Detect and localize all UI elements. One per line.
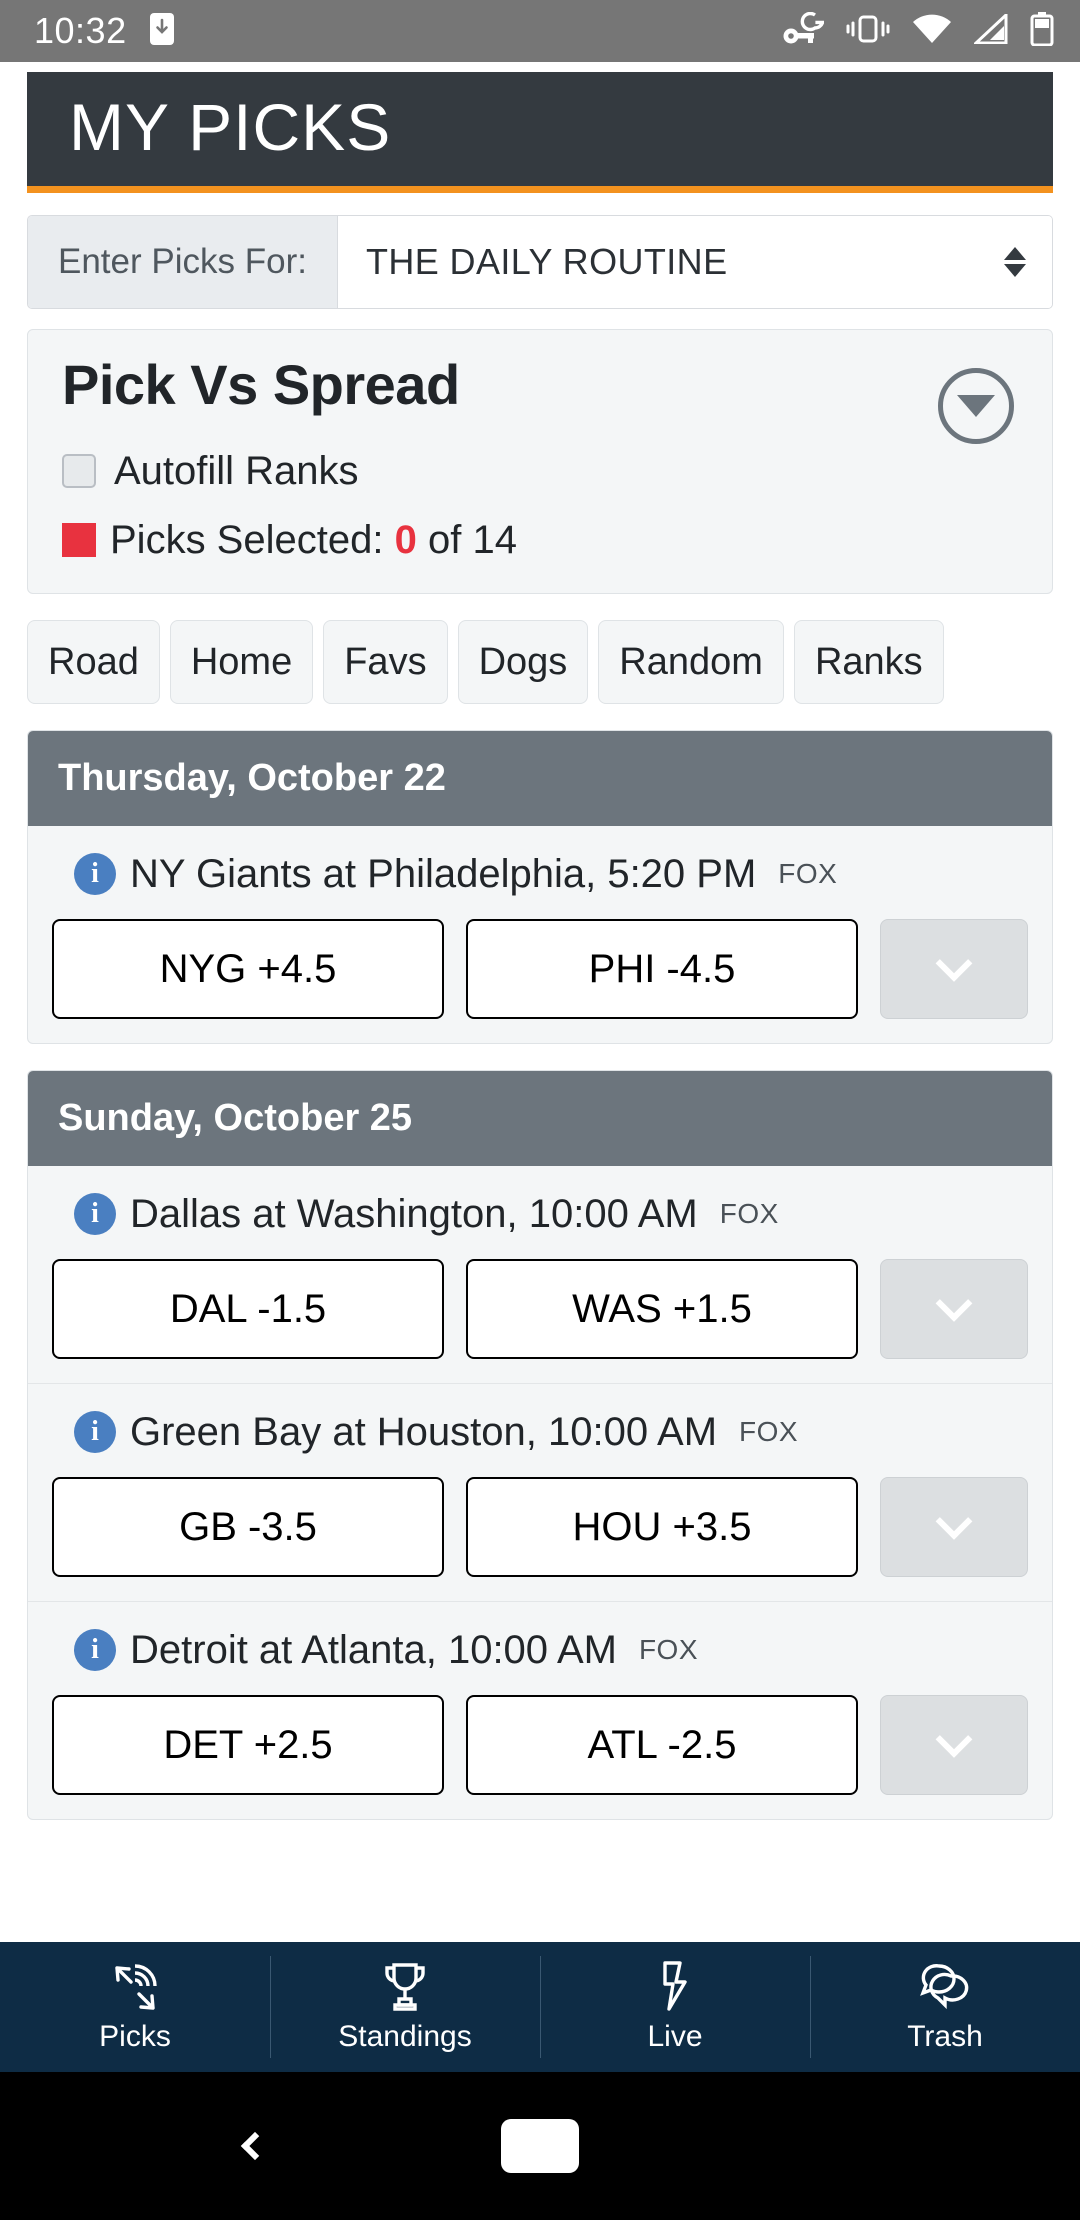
chevron-down-icon — [935, 1502, 973, 1540]
filter-ranks-button[interactable]: Ranks — [793, 619, 944, 704]
info-icon[interactable]: i — [74, 1411, 116, 1454]
filter-road-button[interactable]: Road — [27, 619, 160, 704]
info-icon[interactable]: i — [74, 853, 116, 896]
filter-random-button[interactable]: Random — [598, 619, 784, 704]
tab-trash[interactable]: Trash — [810, 1942, 1080, 2072]
download-to-device-icon — [149, 12, 175, 51]
status-bar-right — [782, 11, 1054, 51]
autofill-ranks-checkbox[interactable] — [62, 454, 96, 489]
bottom-tab-bar: Picks Standings Live Trash — [0, 1942, 1080, 2072]
android-nav-bar — [0, 2072, 1080, 2220]
game-row: i Green Bay at Houston, 10:00 AM FOX GB … — [28, 1382, 1052, 1601]
chevron-down-icon — [935, 1284, 973, 1322]
rank-select[interactable] — [880, 1476, 1028, 1577]
pick-vs-spread-panel: Pick Vs Spread Autofill Ranks Picks Sele… — [27, 329, 1053, 594]
rank-select[interactable] — [880, 1258, 1028, 1359]
game-row: i Dallas at Washington, 10:00 AM FOX DAL… — [28, 1166, 1052, 1383]
lightning-bolt-icon — [658, 1960, 692, 2012]
fingerprint-target-icon — [109, 1960, 161, 2012]
picks-selected-count: 0 — [394, 517, 417, 562]
cellular-signal-icon — [972, 11, 1008, 49]
autofill-ranks-row[interactable]: Autofill Ranks — [62, 449, 1022, 494]
picks-selected-row: Picks Selected: 0 of 14 — [62, 518, 1022, 563]
status-bar-left: 10:32 — [34, 10, 175, 52]
page-title: MY PICKS — [69, 90, 392, 164]
game-meta: i Detroit at Atlanta, 10:00 AM FOX — [52, 1628, 1028, 1673]
chevron-down-icon — [935, 944, 973, 982]
wifi-icon — [912, 14, 952, 49]
game-matchup: Dallas at Washington, 10:00 AM — [130, 1191, 698, 1236]
filter-dogs-button[interactable]: Dogs — [457, 619, 589, 704]
game-matchup: Green Bay at Houston, 10:00 AM — [130, 1409, 718, 1454]
tab-picks-label: Picks — [99, 2020, 171, 2053]
home-pick-button[interactable]: PHI -4.5 — [466, 918, 858, 1019]
status-bar-clock: 10:32 — [34, 10, 127, 51]
game-network: FOX — [778, 858, 838, 890]
trophy-icon — [381, 1960, 429, 2012]
pick-buttons-row: DET +2.5 ATL -2.5 — [52, 1694, 1028, 1795]
home-pick-button[interactable]: WAS +1.5 — [466, 1258, 858, 1359]
filter-button-row: Road Home Favs Dogs Random Ranks — [27, 619, 1053, 704]
pool-selector-label: Enter Picks For: — [28, 216, 338, 308]
pick-buttons-row: GB -3.5 HOU +3.5 — [52, 1476, 1028, 1577]
day-group-sunday: Sunday, October 25 i Dallas at Washingto… — [27, 1069, 1053, 1820]
day-header: Sunday, October 25 — [28, 1070, 1052, 1166]
tab-standings-label: Standings — [338, 2020, 472, 2053]
day-group-thursday: Thursday, October 22 i NY Giants at Phil… — [27, 729, 1053, 1044]
game-row: i NY Giants at Philadelphia, 5:20 PM FOX… — [28, 826, 1052, 1043]
home-pick-button[interactable]: HOU +3.5 — [466, 1476, 858, 1577]
app-header-container: MY PICKS — [0, 62, 1080, 193]
battery-icon — [1030, 11, 1054, 51]
home-pick-button[interactable]: ATL -2.5 — [466, 1694, 858, 1795]
info-icon[interactable]: i — [74, 1193, 116, 1236]
picks-selected-prefix: Picks Selected: — [110, 517, 384, 562]
rank-select[interactable] — [880, 918, 1028, 1019]
app-screen: 10:32 MY PICKS Enter Picks For: THE DAIL… — [0, 0, 1080, 2220]
vpn-key-g-icon — [782, 11, 825, 51]
game-network: FOX — [739, 1416, 799, 1448]
game-network: FOX — [638, 1634, 699, 1666]
game-meta: i Dallas at Washington, 10:00 AM FOX — [52, 1192, 1028, 1237]
day-header: Thursday, October 22 — [28, 730, 1052, 826]
away-pick-button[interactable]: NYG +4.5 — [52, 918, 444, 1019]
vibrate-icon — [846, 13, 890, 50]
filter-favs-button[interactable]: Favs — [323, 619, 448, 704]
away-pick-button[interactable]: DAL -1.5 — [52, 1258, 444, 1359]
pick-buttons-row: NYG +4.5 PHI -4.5 — [52, 918, 1028, 1019]
info-icon[interactable]: i — [74, 1629, 116, 1672]
pool-select[interactable]: THE DAILY ROUTINE — [337, 216, 1052, 308]
game-meta: i NY Giants at Philadelphia, 5:20 PM FOX — [52, 852, 1028, 897]
android-status-bar: 10:32 — [0, 0, 1080, 62]
pool-select-value: THE DAILY ROUTINE — [365, 241, 728, 282]
tab-live-label: Live — [647, 2020, 703, 2053]
pick-buttons-row: DAL -1.5 WAS +1.5 — [52, 1258, 1028, 1359]
game-matchup: NY Giants at Philadelphia, 5:20 PM — [130, 851, 757, 896]
tab-live[interactable]: Live — [540, 1942, 810, 2072]
away-pick-button[interactable]: GB -3.5 — [52, 1476, 444, 1577]
picks-selected-text: Picks Selected: 0 of 14 — [110, 518, 517, 563]
tab-standings[interactable]: Standings — [270, 1942, 540, 2072]
back-chevron-icon[interactable] — [238, 2118, 272, 2174]
chat-bubbles-icon — [919, 1960, 971, 2012]
game-meta: i Green Bay at Houston, 10:00 AM FOX — [52, 1410, 1028, 1455]
away-pick-button[interactable]: DET +2.5 — [52, 1694, 444, 1795]
game-network: FOX — [719, 1198, 779, 1230]
select-spinner-icon — [1004, 247, 1026, 277]
game-matchup: Detroit at Atlanta, 10:00 AM — [130, 1627, 617, 1672]
pick-vs-spread-title: Pick Vs Spread — [62, 353, 460, 416]
home-pill-icon[interactable] — [501, 2119, 579, 2173]
game-row: i Detroit at Atlanta, 10:00 AM FOX DET +… — [28, 1600, 1052, 1819]
tab-picks[interactable]: Picks — [0, 1942, 270, 2072]
status-badge — [62, 523, 96, 558]
autofill-ranks-label: Autofill Ranks — [114, 448, 359, 493]
chevron-down-circle-icon[interactable] — [938, 368, 1014, 444]
picks-selected-suffix: of 14 — [427, 517, 517, 562]
app-header: MY PICKS — [27, 72, 1053, 193]
filter-home-button[interactable]: Home — [169, 619, 314, 704]
chevron-down-icon — [935, 1720, 973, 1758]
rank-select[interactable] — [880, 1694, 1028, 1795]
tab-trash-label: Trash — [907, 2020, 983, 2053]
pool-selector-row: Enter Picks For: THE DAILY ROUTINE — [27, 215, 1053, 309]
